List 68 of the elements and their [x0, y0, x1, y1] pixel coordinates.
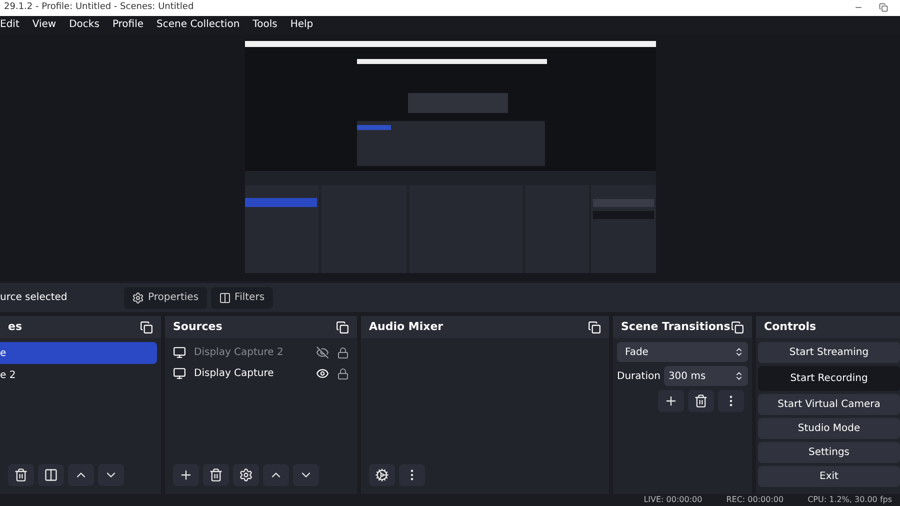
trash-icon — [694, 394, 708, 408]
dock-title: Scene Transitions — [621, 319, 730, 336]
eye-off-icon[interactable] — [316, 346, 329, 360]
scene-item[interactable]: e 2 — [0, 364, 157, 386]
dock-title: Audio Mixer — [369, 319, 444, 336]
toolbar-button[interactable] — [8, 464, 34, 486]
control-button[interactable]: Start Streaming — [758, 342, 900, 364]
transition-select[interactable]: Fade — [617, 342, 748, 362]
toolbar-button[interactable] — [98, 464, 124, 486]
popout-icon[interactable] — [731, 320, 744, 334]
dock-title: Controls — [764, 319, 816, 336]
status-text: CPU: 1.2%, 30.00 fps — [808, 494, 892, 506]
restore-icon[interactable] — [879, 3, 888, 12]
plus-icon — [179, 468, 193, 482]
control-button[interactable]: Settings — [758, 442, 900, 464]
monitor-icon — [173, 346, 186, 360]
context-button[interactable]: Properties — [124, 286, 207, 309]
toolbar-button[interactable] — [263, 464, 289, 486]
toolbar-button[interactable] — [293, 464, 319, 486]
popout-icon[interactable] — [140, 320, 153, 334]
menu-item[interactable]: Help — [290, 17, 314, 32]
menu-item[interactable]: Tools — [252, 17, 278, 32]
scene-item[interactable]: e — [0, 342, 157, 364]
menu-item[interactable]: Scene Collection — [156, 17, 240, 32]
menu-item[interactable]: Edit — [0, 17, 20, 32]
plus-icon — [664, 394, 678, 408]
chevrons-icon — [734, 347, 744, 358]
toolbar-button[interactable] — [658, 390, 684, 412]
context-label: urce selected — [0, 291, 68, 306]
popout-icon[interactable] — [588, 320, 601, 334]
dock-title: Sources — [173, 319, 222, 336]
status-text: LIVE: 00:00:00 — [644, 494, 702, 506]
control-button[interactable]: Studio Mode — [758, 418, 900, 440]
spin-icon — [734, 371, 744, 382]
source-item[interactable]: Display Capture 2 — [194, 345, 308, 360]
duration-field[interactable]: 300 ms — [664, 366, 748, 386]
menu-item[interactable]: View — [32, 17, 56, 32]
toolbar-button[interactable] — [688, 390, 714, 412]
source-item[interactable]: Display Capture — [194, 366, 308, 382]
menu-item[interactable]: Docks — [69, 17, 100, 32]
toolbar-button[interactable] — [369, 464, 395, 486]
toolbar-button[interactable] — [233, 464, 259, 486]
dock-title: es — [8, 319, 22, 336]
window-title: 29.1.2 - Profile: Untitled - Scenes: Untitled — [4, 1, 194, 14]
gears-icon — [375, 468, 389, 482]
control-button[interactable]: Exit — [758, 466, 900, 488]
trash-icon — [209, 468, 223, 482]
menu-item[interactable]: Profile — [112, 17, 144, 32]
filter-icon — [218, 292, 231, 304]
control-button[interactable]: Start Recording — [758, 366, 900, 392]
monitor-icon — [173, 367, 186, 380]
filter-icon — [44, 468, 58, 482]
duration-label: Duration — [617, 370, 660, 384]
toolbar-button[interactable] — [399, 464, 425, 486]
toolbar-button[interactable] — [38, 464, 64, 486]
context-button[interactable]: Filters — [210, 286, 273, 309]
control-button[interactable]: Start Virtual Camera — [758, 394, 900, 416]
gear-icon — [132, 292, 144, 304]
trash-icon — [14, 468, 28, 482]
toolbar-button[interactable] — [173, 464, 199, 486]
lock-icon[interactable] — [337, 368, 349, 380]
status-text: REC: 00:00:00 — [726, 494, 784, 506]
lock-icon[interactable] — [337, 346, 349, 359]
toolbar-button[interactable] — [203, 464, 229, 486]
popout-icon[interactable] — [336, 320, 349, 334]
toolbar-button[interactable] — [68, 464, 94, 486]
gear-icon — [239, 468, 253, 482]
eye-icon[interactable] — [316, 367, 329, 380]
